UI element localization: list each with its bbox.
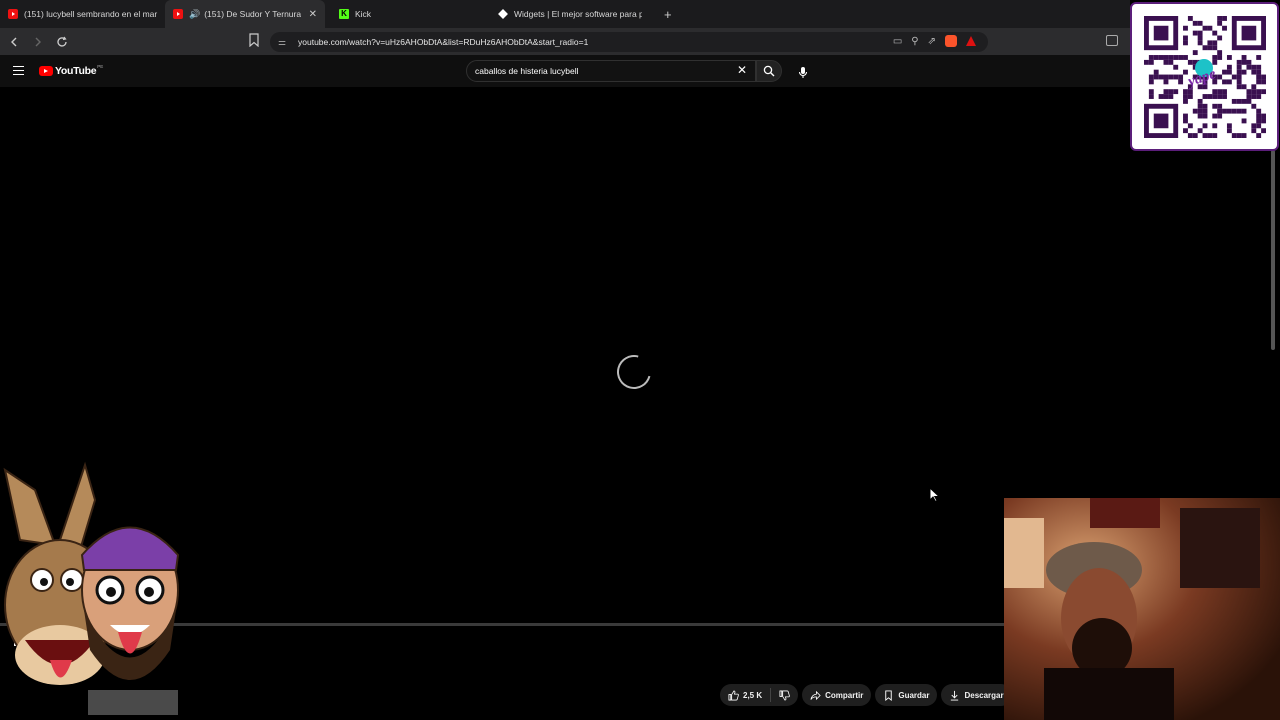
voice-search-button[interactable]: [792, 61, 814, 83]
tab-title: Widgets | El mejor software para pot: [514, 9, 642, 19]
microphone-icon: [798, 66, 808, 78]
share-button[interactable]: Compartir: [802, 684, 872, 706]
cast-icon[interactable]: ▭: [893, 36, 902, 47]
mascot-overlay: [0, 460, 200, 715]
share-label: Compartir: [825, 690, 864, 700]
browser-tab[interactable]: Widgets | El mejor software para pot: [490, 0, 650, 28]
youtube-icon: [8, 9, 18, 19]
widget-icon: [498, 9, 508, 19]
like-dislike-segment: 2,5 K: [720, 684, 799, 706]
save-label: Guardar: [898, 690, 930, 700]
share-icon[interactable]: ⇗: [928, 36, 936, 47]
youtube-header: YouTube PE caballos de histeria lucybell…: [0, 55, 1130, 87]
divider: [770, 688, 772, 702]
browser-tab-active[interactable]: 🔊 (151) De Sudor Y Ternura - Yo ✕: [165, 0, 325, 28]
sidebar-icon[interactable]: [1106, 35, 1118, 46]
loading-spinner-icon: [610, 348, 658, 396]
youtube-play-icon: [39, 66, 53, 76]
browser-tab[interactable]: K Kick: [325, 0, 490, 28]
toolbar: ⚌ youtube.com/watch?v=uHz6AHObDtA&list=R…: [0, 28, 1130, 55]
brave-rewards-icon[interactable]: [966, 36, 976, 46]
browser-tab[interactable]: (151) lucybell sembrando en el mar: [0, 0, 165, 28]
close-tab-icon[interactable]: ✕: [309, 9, 317, 20]
zoom-icon[interactable]: ⚲: [911, 36, 918, 47]
search-input[interactable]: caballos de histeria lucybell: [466, 60, 756, 82]
address-bar-actions: ▭ ⚲ ⇗: [893, 35, 976, 47]
like-icon[interactable]: [728, 690, 739, 701]
video-actions: 2,5 K Compartir Guardar Descargar ⋯: [720, 684, 1027, 706]
search-query: caballos de histeria lucybell: [475, 66, 579, 76]
youtube-icon: [173, 9, 183, 19]
clear-search-icon[interactable]: ✕: [737, 64, 747, 76]
menu-icon[interactable]: [13, 66, 24, 75]
download-label: Descargar: [964, 690, 1004, 700]
search-button[interactable]: [756, 60, 782, 82]
site-settings-icon[interactable]: ⚌: [278, 37, 288, 48]
forward-icon[interactable]: [28, 32, 48, 52]
download-button[interactable]: Descargar: [941, 684, 1012, 706]
address-bar[interactable]: ⚌ youtube.com/watch?v=uHz6AHObDtA&list=R…: [270, 32, 988, 52]
tab-strip: (151) lucybell sembrando en el mar 🔊 (15…: [0, 0, 1130, 28]
mouse-cursor-icon: [930, 488, 940, 502]
logo-text: YouTube: [55, 65, 97, 77]
search-icon: [763, 65, 775, 77]
webcam-feed: [1004, 498, 1280, 720]
scrollbar[interactable]: [1271, 150, 1275, 350]
share-arrow-icon: [810, 690, 821, 700]
brave-shields-icon[interactable]: [945, 35, 957, 47]
country-code: PE: [97, 63, 104, 69]
screen: { "browser": { "tabs": [ {"title": "(151…: [0, 0, 1280, 720]
bookmark-icon[interactable]: [248, 33, 262, 49]
save-bookmark-icon: [885, 689, 893, 701]
url-text: youtube.com/watch?v=uHz6AHObDtA&list=RDu…: [298, 37, 589, 47]
new-tab-icon[interactable]: +: [664, 7, 672, 22]
webcam-overlay: [1004, 498, 1280, 720]
like-count[interactable]: 2,5 K: [743, 691, 762, 700]
kick-icon: K: [339, 9, 349, 19]
speaker-icon[interactable]: 🔊: [189, 9, 200, 20]
tab-title: (151) lucybell sembrando en el mar: [24, 9, 158, 19]
donkey-mascot-icon: [3, 461, 180, 715]
tab-title: (151) De Sudor Y Ternura - Yo: [204, 9, 301, 19]
youtube-logo[interactable]: YouTube PE: [39, 63, 104, 77]
save-button[interactable]: Guardar: [875, 684, 938, 706]
reload-icon[interactable]: [52, 32, 72, 52]
download-icon: [951, 690, 959, 701]
qr-code-overlay: yape: [1130, 2, 1279, 151]
back-icon[interactable]: [4, 32, 24, 52]
dislike-icon[interactable]: [779, 690, 790, 701]
tab-title: Kick: [355, 9, 372, 19]
